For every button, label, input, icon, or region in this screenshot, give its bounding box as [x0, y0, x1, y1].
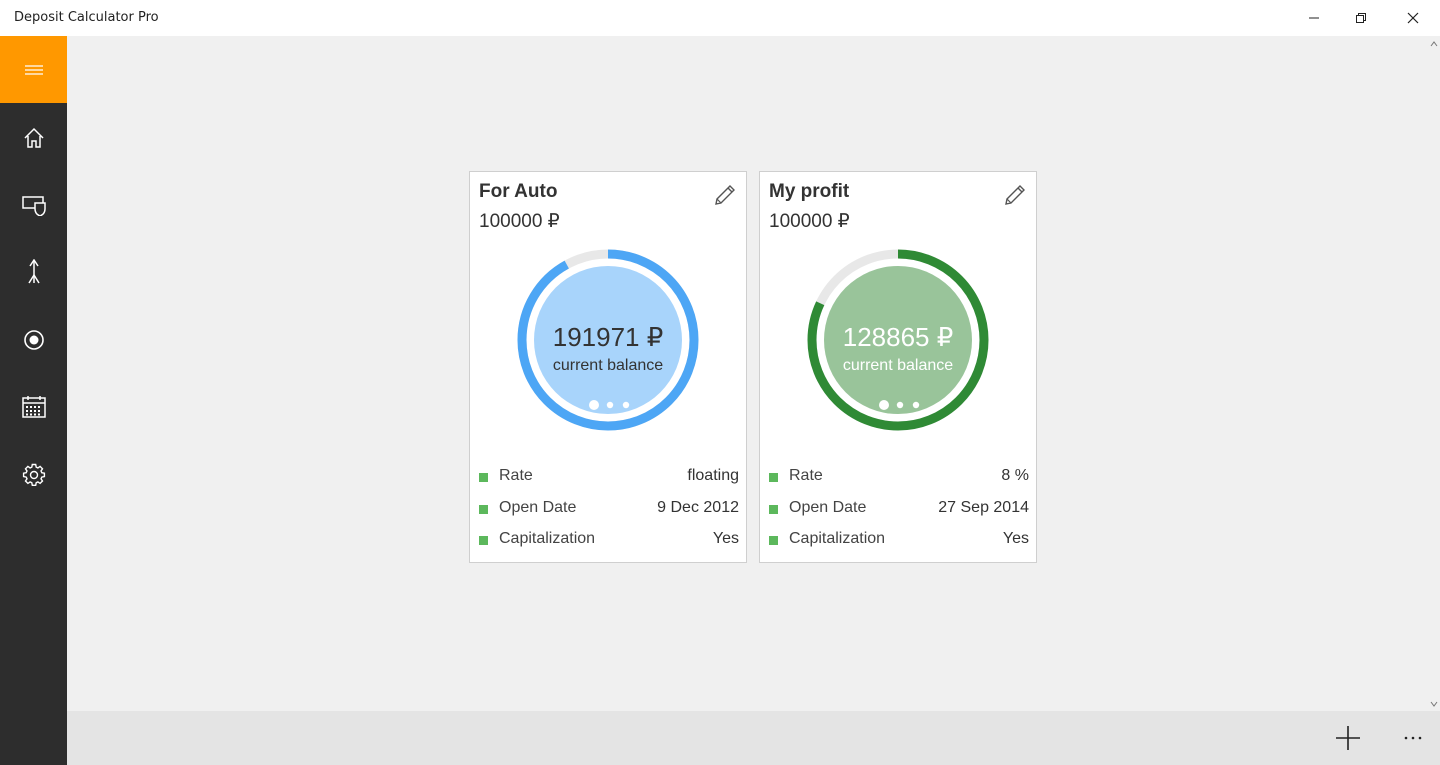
page-dot[interactable]	[606, 401, 614, 409]
detail-value: 9 Dec 2012	[657, 498, 739, 516]
scroll-up-button[interactable]	[1428, 38, 1440, 50]
scroll-down-button[interactable]	[1428, 698, 1440, 710]
bullet-icon	[769, 473, 778, 482]
target-icon	[23, 329, 44, 350]
page-dot[interactable]	[912, 401, 920, 409]
balance-gauge[interactable]: 128865 ₽ current balance	[807, 249, 989, 431]
close-button[interactable]	[1390, 0, 1436, 36]
detail-value: Yes	[712, 530, 739, 547]
sidebar-item-deposits[interactable]	[0, 171, 67, 238]
plus-icon	[1336, 726, 1360, 750]
sidebar-item-calendar[interactable]	[0, 373, 67, 440]
edit-button[interactable]	[710, 180, 740, 210]
page-dot-active[interactable]	[589, 400, 599, 410]
detail-value: 27 Sep 2014	[938, 498, 1029, 516]
page-dot-active[interactable]	[879, 400, 889, 410]
detail-label: Rate	[789, 467, 823, 484]
detail-label: Open Date	[789, 498, 867, 516]
detail-row-open-date: Open Date 27 Sep 2014	[769, 498, 1029, 530]
detail-row-rate: Rate 8 %	[769, 466, 1029, 498]
detail-value: 8 %	[1001, 467, 1029, 484]
detail-row-rate: Rate floating	[479, 466, 739, 498]
minimize-icon	[1309, 17, 1319, 19]
current-balance-value: 191971 ₽	[552, 322, 664, 352]
detail-label: Rate	[499, 467, 533, 484]
page-dot[interactable]	[896, 401, 904, 409]
calendar-icon	[21, 395, 46, 418]
current-balance-label: current balance	[842, 357, 954, 374]
title-bar: Deposit Calculator Pro	[0, 0, 1440, 36]
card-title: My profit	[769, 181, 850, 202]
deposit-card[interactable]: For Auto 100000 ₽ 191971 ₽ current balan…	[469, 171, 747, 563]
rocket-icon	[27, 258, 40, 283]
detail-value: floating	[687, 467, 739, 484]
detail-value: Yes	[1002, 530, 1029, 547]
sidebar	[0, 36, 67, 765]
add-deposit-button[interactable]	[1320, 711, 1376, 765]
deposit-card[interactable]: My profit 100000 ₽ 128865 ₽ current bala…	[759, 171, 1037, 563]
more-icon	[1404, 736, 1422, 740]
page-dot[interactable]	[622, 401, 630, 409]
edit-button[interactable]	[1000, 180, 1030, 210]
restore-icon	[1356, 13, 1366, 23]
current-balance-value: 128865 ₽	[842, 322, 954, 352]
card-amount: 100000 ₽	[479, 211, 560, 232]
bullet-icon	[769, 536, 778, 545]
hamburger-icon	[24, 64, 43, 75]
chevron-up-icon	[1430, 41, 1438, 47]
bullet-icon	[479, 473, 488, 482]
close-icon	[1407, 12, 1419, 24]
menu-button[interactable]	[0, 36, 67, 103]
sidebar-item-settings[interactable]	[0, 441, 67, 508]
minimize-button[interactable]	[1291, 0, 1337, 36]
gear-icon	[22, 463, 45, 486]
more-options-button[interactable]	[1385, 711, 1440, 765]
bullet-icon	[479, 536, 488, 545]
detail-row-capitalization: Capitalization Yes	[479, 529, 739, 561]
app-title: Deposit Calculator Pro	[14, 10, 159, 25]
restore-button[interactable]	[1338, 0, 1384, 36]
detail-row-open-date: Open Date 9 Dec 2012	[479, 498, 739, 530]
home-icon	[23, 127, 44, 148]
card-amount: 100000 ₽	[769, 211, 850, 232]
sidebar-item-home[interactable]	[0, 104, 67, 171]
command-bar	[67, 711, 1440, 765]
detail-label: Open Date	[499, 498, 577, 516]
current-balance-label: current balance	[552, 357, 664, 374]
bullet-icon	[479, 504, 488, 514]
detail-label: Capitalization	[499, 530, 596, 547]
pencil-icon	[1005, 185, 1025, 205]
chevron-down-icon	[1430, 701, 1438, 707]
shield-card-icon	[21, 195, 46, 216]
pencil-icon	[715, 185, 735, 205]
deposit-details: Rate 8 % Open Date 27 Sep 2014 Capitaliz…	[769, 466, 1029, 561]
card-title: For Auto	[479, 181, 558, 202]
detail-label: Capitalization	[789, 530, 886, 547]
deposit-details: Rate floating Open Date 9 Dec 2012 Capit…	[479, 466, 739, 561]
sidebar-item-goals[interactable]	[0, 306, 67, 373]
balance-gauge[interactable]: 191971 ₽ current balance	[517, 249, 699, 431]
sidebar-item-growth[interactable]	[0, 238, 67, 305]
bullet-icon	[769, 504, 778, 514]
detail-row-capitalization: Capitalization Yes	[769, 529, 1029, 561]
